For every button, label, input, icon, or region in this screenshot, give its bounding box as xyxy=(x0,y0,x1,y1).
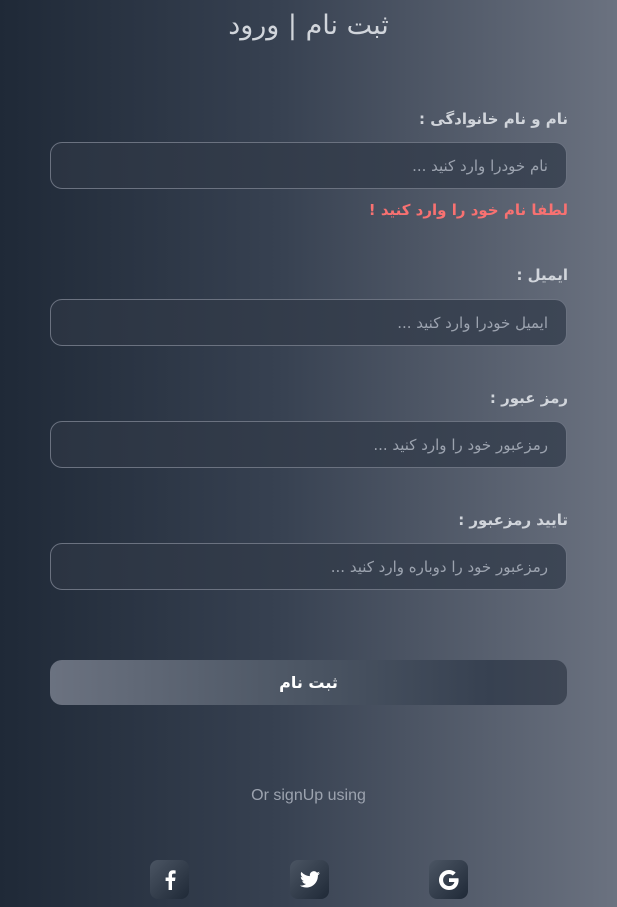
password-input[interactable] xyxy=(50,421,567,468)
google-button[interactable] xyxy=(429,860,468,899)
confirm-password-label: تایید رمزعبور : xyxy=(458,511,568,529)
facebook-icon xyxy=(164,869,176,890)
fullname-input[interactable] xyxy=(50,142,567,189)
email-input[interactable] xyxy=(50,299,567,346)
alt-signup-text: Or signUp using xyxy=(251,787,366,804)
signup-submit-button[interactable]: ثبت نام xyxy=(50,660,567,705)
google-icon xyxy=(438,869,459,890)
fullname-error-message: لطفا نام خود را وارد کنید ! xyxy=(368,201,568,219)
password-label: رمز عبور : xyxy=(489,389,568,407)
fullname-label: نام و نام خانوادگی : xyxy=(419,110,568,128)
email-label: ایمیل : xyxy=(516,266,568,284)
facebook-button[interactable] xyxy=(150,860,189,899)
page-title: ثبت نام | ورود xyxy=(228,10,389,41)
confirm-password-input[interactable] xyxy=(50,543,567,590)
twitter-icon xyxy=(299,871,320,888)
twitter-button[interactable] xyxy=(290,860,329,899)
